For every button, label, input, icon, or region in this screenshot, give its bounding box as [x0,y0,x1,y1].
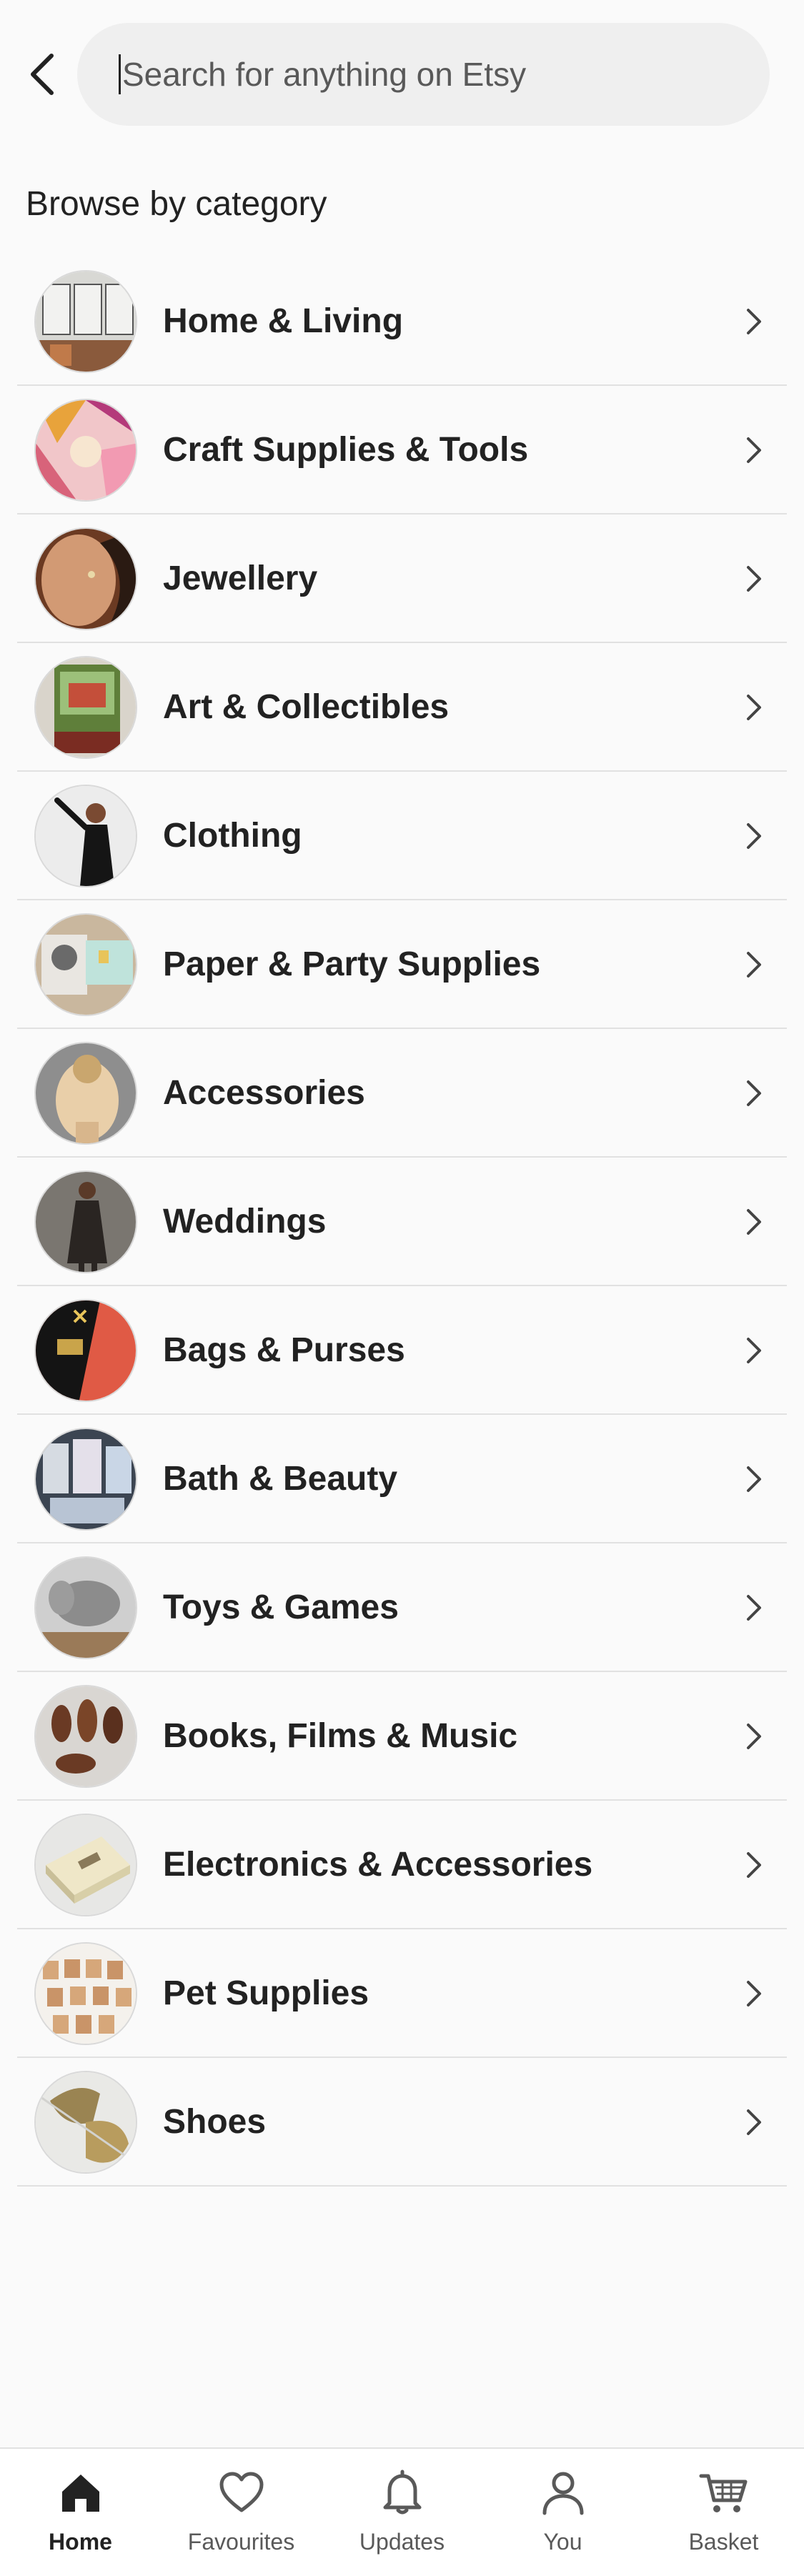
category-thumbnail [34,1170,137,1273]
category-label: Bath & Beauty [163,1460,398,1498]
text-cursor [119,54,121,94]
nav-label: Favourites [187,2529,295,2555]
back-button[interactable] [16,43,67,106]
category-thumbnail [34,1685,137,1788]
category-item-shoes[interactable]: Shoes [17,2058,787,2187]
category-thumbnail [34,2071,137,2174]
bell-icon [383,2470,421,2515]
category-thumbnail [34,399,137,502]
category-thumbnail [34,1942,137,2045]
chevron-right-icon [747,1338,761,1363]
nav-label: Basket [688,2529,759,2555]
category-label: Shoes [163,2103,267,2141]
nav-you[interactable]: You [482,2449,643,2576]
category-list: Home & Living Craft Supplies & Tools Jew… [17,257,787,2187]
bottom-nav: Home Favourites Updates You Basket [0,2447,804,2576]
chevron-right-icon [747,1466,761,1492]
nav-updates[interactable]: Updates [322,2449,482,2576]
category-item-pet-supplies[interactable]: Pet Supplies [17,1929,787,2058]
category-item-jewellery[interactable]: Jewellery [17,514,787,643]
category-thumbnail [34,785,137,887]
chevron-right-icon [747,309,761,334]
category-item-bags-purses[interactable]: Bags & Purses [17,1286,787,1415]
nav-label: Updates [359,2529,445,2555]
category-item-paper-party[interactable]: Paper & Party Supplies [17,900,787,1029]
categories-screen: Browse by category Home & Living [0,0,804,2576]
category-thumbnail [34,1299,137,1402]
category-item-electronics[interactable]: Electronics & Accessories [17,1801,787,1929]
search-input[interactable] [122,55,737,94]
category-item-accessories[interactable]: Accessories [17,1029,787,1158]
nav-basket[interactable]: Basket [643,2449,804,2576]
category-item-bath-beauty[interactable]: Bath & Beauty [17,1415,787,1543]
category-thumbnail [34,1556,137,1659]
category-label: Weddings [163,1203,327,1240]
chevron-right-icon [747,2109,761,2135]
category-label: Art & Collectibles [163,688,450,726]
chevron-right-icon [747,695,761,720]
nav-label: You [543,2529,582,2555]
category-label: Jewellery [163,560,318,597]
search-bar[interactable] [77,23,770,126]
chevron-right-icon [747,1209,761,1235]
chevron-right-icon [747,1595,761,1621]
header [0,0,804,150]
category-label: Electronics & Accessories [163,1846,593,1884]
category-label: Toys & Games [163,1588,399,1626]
category-thumbnail [34,913,137,1016]
category-label: Paper & Party Supplies [163,945,541,983]
category-thumbnail [34,1428,137,1531]
nav-home[interactable]: Home [0,2449,161,2576]
category-label: Bags & Purses [163,1331,405,1369]
back-arrow-icon [31,54,54,95]
chevron-right-icon [747,1981,761,2006]
category-thumbnail [34,527,137,630]
category-thumbnail [34,1814,137,1916]
nav-favourites[interactable]: Favourites [161,2449,322,2576]
category-label: Accessories [163,1074,365,1112]
category-item-toys-games[interactable]: Toys & Games [17,1543,787,1672]
chevron-right-icon [747,1724,761,1749]
person-icon [542,2472,583,2515]
category-item-weddings[interactable]: Weddings [17,1158,787,1286]
chevron-right-icon [747,952,761,978]
chevron-right-icon [747,437,761,463]
category-item-craft-supplies[interactable]: Craft Supplies & Tools [17,386,787,514]
category-label: Clothing [163,817,302,855]
chevron-right-icon [747,566,761,592]
category-item-clothing[interactable]: Clothing [17,772,787,900]
category-item-books-films-music[interactable]: Books, Films & Music [17,1672,787,1801]
category-thumbnail [34,270,137,373]
heart-icon [219,2472,263,2512]
chevron-right-icon [747,823,761,849]
category-item-art-collectibles[interactable]: Art & Collectibles [17,643,787,772]
category-thumbnail [34,656,137,759]
category-label: Pet Supplies [163,1974,369,2012]
cart-icon [699,2474,747,2512]
category-thumbnail [34,1042,137,1145]
category-label: Home & Living [163,302,404,340]
category-label: Books, Films & Music [163,1717,518,1755]
category-item-home-living[interactable]: Home & Living [17,257,787,386]
chevron-right-icon [747,1852,761,1878]
section-title: Browse by category [26,185,327,223]
chevron-right-icon [747,1080,761,1106]
category-label: Craft Supplies & Tools [163,431,529,469]
nav-label: Home [49,2529,112,2555]
home-icon [61,2475,99,2512]
